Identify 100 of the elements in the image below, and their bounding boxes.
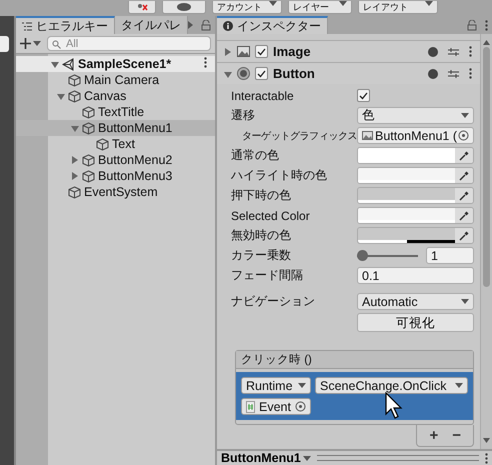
cube-icon xyxy=(82,170,95,182)
hierarchy-row[interactable]: ButtonMenu1 xyxy=(16,120,215,136)
hierarchy-row[interactable]: Canvas xyxy=(16,88,215,104)
more-icon[interactable] xyxy=(485,20,488,30)
object-field[interactable]: ButtonMenu1 ( xyxy=(357,127,474,144)
scroll-down-icon[interactable] xyxy=(483,438,490,443)
object-name: Main Camera xyxy=(84,73,160,87)
eyedropper-icon[interactable] xyxy=(459,210,469,220)
more-icon[interactable] xyxy=(469,46,472,57)
scene-row[interactable]: SampleScene1* xyxy=(16,56,215,72)
inspector-tab[interactable]: インスペクター xyxy=(217,16,328,34)
caret-icon xyxy=(298,383,306,388)
component-header[interactable]: Image xyxy=(217,40,480,62)
enable-checkbox[interactable] xyxy=(255,67,268,80)
property-label: フェード間隔 xyxy=(231,267,304,284)
dropdown-field[interactable]: 色 xyxy=(357,107,474,124)
caret-icon xyxy=(269,1,277,6)
object-name: Text xyxy=(112,137,135,151)
lock-icon[interactable] xyxy=(201,20,211,30)
color-field[interactable] xyxy=(357,227,474,244)
expanded-arrow-icon[interactable] xyxy=(50,62,59,68)
add-button[interactable] xyxy=(20,38,41,49)
collapsed-arrow-icon[interactable] xyxy=(223,48,232,56)
object-field[interactable]: Event xyxy=(241,398,311,415)
more-icon[interactable] xyxy=(485,452,488,464)
cube-icon xyxy=(82,154,95,166)
eyedropper-icon[interactable] xyxy=(459,150,469,160)
collab-button[interactable] xyxy=(128,1,156,14)
caret-icon xyxy=(461,299,469,304)
component-name: Button xyxy=(273,66,316,81)
target-icon[interactable] xyxy=(458,130,469,141)
more-tabs-icon[interactable] xyxy=(188,21,193,29)
cloud-button[interactable] xyxy=(162,1,206,14)
component-name: Image xyxy=(273,44,312,59)
hierarchy-row[interactable]: Text xyxy=(16,136,215,152)
panel-tab[interactable]: タイルパレ xyxy=(115,16,188,34)
caret-icon xyxy=(339,1,347,6)
caret-icon xyxy=(461,113,469,118)
hierarchy-row[interactable]: Main Camera xyxy=(16,72,215,88)
radio-icon xyxy=(237,67,250,80)
script-icon xyxy=(246,400,255,412)
color-field[interactable] xyxy=(357,147,474,164)
hierarchy-row[interactable]: ButtonMenu2 xyxy=(16,152,215,168)
slider-thumb[interactable] xyxy=(357,250,368,260)
object-name: Canvas xyxy=(84,89,126,103)
property-label: 無効時の色 xyxy=(231,227,292,244)
visualize-button[interactable]: 可視化 xyxy=(357,313,474,332)
search-field[interactable]: All xyxy=(47,36,211,51)
eyedropper-icon[interactable] xyxy=(459,190,469,200)
eyedropper-icon[interactable] xyxy=(459,170,469,180)
more-icon[interactable] xyxy=(204,57,207,68)
function-dropdown[interactable]: SceneChange.OnClick xyxy=(315,377,468,394)
number-field[interactable]: 0.1 xyxy=(357,267,474,284)
remove-button[interactable]: − xyxy=(450,427,463,444)
property-label: 通常の色 xyxy=(231,147,280,164)
expanded-arrow-icon[interactable] xyxy=(56,94,65,100)
object-name: ButtonMenu1 xyxy=(98,121,172,135)
color-field[interactable] xyxy=(357,167,474,184)
eyedropper-icon[interactable] xyxy=(459,230,469,240)
caret-icon xyxy=(302,456,311,460)
property-label: ハイライト時の色 xyxy=(231,167,328,184)
expanded-arrow-icon[interactable] xyxy=(70,126,79,132)
color-field[interactable] xyxy=(357,187,474,204)
color-field[interactable] xyxy=(357,207,474,224)
more-icon[interactable] xyxy=(469,68,472,79)
toolbar-dropdown[interactable]: アカウント xyxy=(212,1,282,14)
cube-icon xyxy=(68,74,81,86)
number-field[interactable]: 1 xyxy=(426,247,474,264)
preset-icon[interactable] xyxy=(448,68,459,78)
cube-icon xyxy=(68,90,81,102)
cube-icon xyxy=(82,106,95,118)
caret-icon xyxy=(455,383,463,388)
preset-icon[interactable] xyxy=(448,46,459,56)
toolbar-dropdown[interactable]: レイアウト xyxy=(358,1,438,14)
panel-tab[interactable]: ヒエラルキー xyxy=(16,16,115,34)
image-icon xyxy=(362,131,373,140)
hierarchy-row[interactable]: TextTitle xyxy=(16,104,215,120)
input-field[interactable] xyxy=(0,36,9,52)
object-name: EventSystem xyxy=(84,185,158,199)
add-button[interactable]: + xyxy=(427,427,440,444)
cube-icon xyxy=(96,138,109,150)
hierarchy-row[interactable]: EventSystem xyxy=(16,184,215,200)
image-icon xyxy=(237,46,250,57)
event-title: クリック時 () xyxy=(236,351,473,369)
expanded-arrow-icon[interactable] xyxy=(223,72,232,78)
toolbar-dropdown[interactable]: レイヤー xyxy=(288,1,352,14)
object-dropdown[interactable]: ButtonMenu1 xyxy=(221,451,311,465)
dropdown-field[interactable]: Automatic xyxy=(357,293,474,310)
interactable-checkbox[interactable] xyxy=(357,89,370,102)
enable-checkbox[interactable] xyxy=(255,45,268,58)
runtime-dropdown[interactable]: Runtime xyxy=(241,377,311,394)
scrollbar[interactable] xyxy=(480,34,492,449)
info-icon xyxy=(223,21,233,31)
hierarchy-row[interactable]: ButtonMenu3 xyxy=(16,168,215,184)
slider-track[interactable] xyxy=(357,250,418,262)
target-icon[interactable] xyxy=(295,401,306,412)
caret-icon xyxy=(33,41,41,46)
event-entry[interactable]: Runtime SceneChange.OnClick Event xyxy=(236,372,473,420)
object-name: ButtonMenu2 xyxy=(98,153,172,167)
lock-icon[interactable] xyxy=(467,20,477,30)
